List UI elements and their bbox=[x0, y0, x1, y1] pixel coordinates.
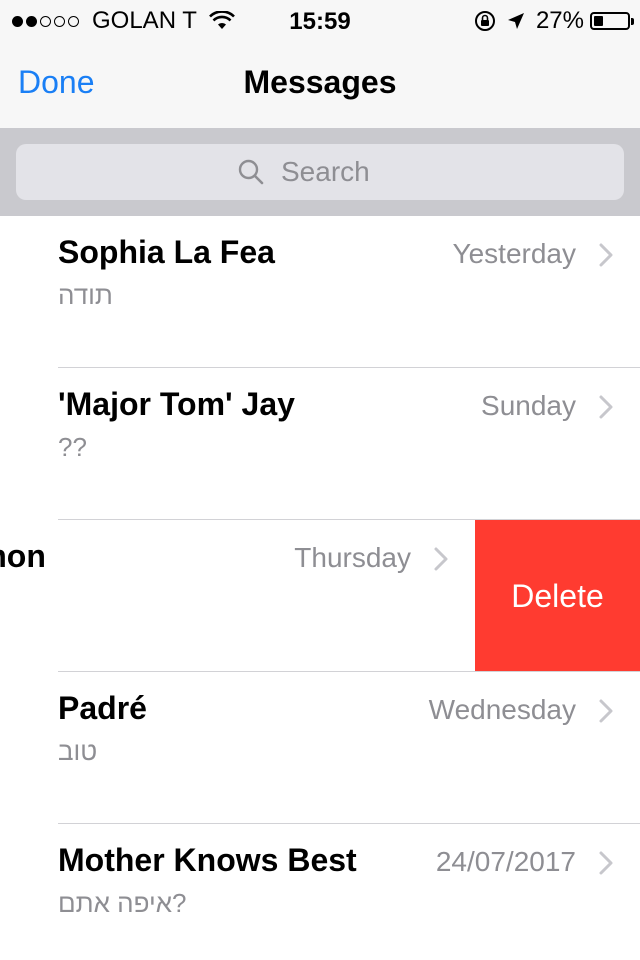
message-preview: ?? bbox=[58, 432, 87, 462]
message-date: Wednesday bbox=[428, 694, 576, 725]
chevron-right-icon bbox=[599, 699, 613, 723]
location-arrow-icon bbox=[507, 13, 524, 29]
message-preview: טוב bbox=[58, 736, 98, 766]
battery-fill bbox=[594, 16, 603, 26]
search-input[interactable] bbox=[279, 155, 403, 189]
conversation-row-swiped[interactable]: admon Thursday Delete bbox=[0, 520, 640, 672]
message-preview: תודה bbox=[58, 280, 113, 310]
conversation-row-content[interactable]: admon Thursday bbox=[0, 520, 475, 672]
status-right: 27% bbox=[474, 7, 634, 34]
contact-name: admon bbox=[0, 538, 46, 574]
battery-percent: 27% bbox=[535, 7, 584, 34]
contact-name: Sophia La Fea bbox=[58, 234, 275, 270]
conversation-row-content[interactable]: Mother Knows Best ?איפה אתם 24/07/2017 bbox=[0, 824, 640, 960]
message-preview: ?איפה אתם bbox=[58, 888, 187, 918]
status-bar: GOLAN T 15:59 27% bbox=[0, 0, 640, 40]
search-bar[interactable] bbox=[16, 144, 624, 200]
chevron-right-icon bbox=[434, 547, 448, 571]
conversation-row[interactable]: Padré טוב Wednesday bbox=[0, 672, 640, 824]
delete-button[interactable]: Delete bbox=[475, 520, 640, 672]
message-date: Sunday bbox=[481, 390, 576, 421]
conversation-row-content[interactable]: Sophia La Fea תודה Yesterday bbox=[0, 216, 640, 368]
conversation-row[interactable]: Mother Knows Best ?איפה אתם 24/07/2017 bbox=[0, 824, 640, 960]
orientation-lock-icon bbox=[474, 11, 495, 31]
message-date: Yesterday bbox=[452, 238, 577, 269]
chevron-right-icon bbox=[599, 395, 613, 419]
conversation-row[interactable]: Sophia La Fea תודה Yesterday bbox=[0, 216, 640, 368]
chevron-right-icon bbox=[599, 243, 613, 267]
contact-name: Padré bbox=[58, 690, 147, 726]
page-title: Messages bbox=[243, 64, 397, 100]
search-icon bbox=[238, 159, 264, 185]
search-area bbox=[0, 128, 640, 216]
battery-icon bbox=[590, 12, 634, 30]
message-date: 24/07/2017 bbox=[435, 846, 576, 877]
contact-name: Mother Knows Best bbox=[58, 842, 357, 878]
chevron-right-icon bbox=[599, 851, 613, 875]
navigation-bar: Done Messages bbox=[0, 40, 640, 128]
contact-name: 'Major Tom' Jay bbox=[58, 386, 295, 422]
conversation-row[interactable]: 'Major Tom' Jay ?? Sunday bbox=[0, 368, 640, 520]
conversation-row-content[interactable]: Padré טוב Wednesday bbox=[0, 672, 640, 824]
conversation-list: Sophia La Fea תודה Yesterday 'Major Tom'… bbox=[0, 216, 640, 960]
conversation-row-content[interactable]: 'Major Tom' Jay ?? Sunday bbox=[0, 368, 640, 520]
message-date: Thursday bbox=[294, 542, 411, 573]
